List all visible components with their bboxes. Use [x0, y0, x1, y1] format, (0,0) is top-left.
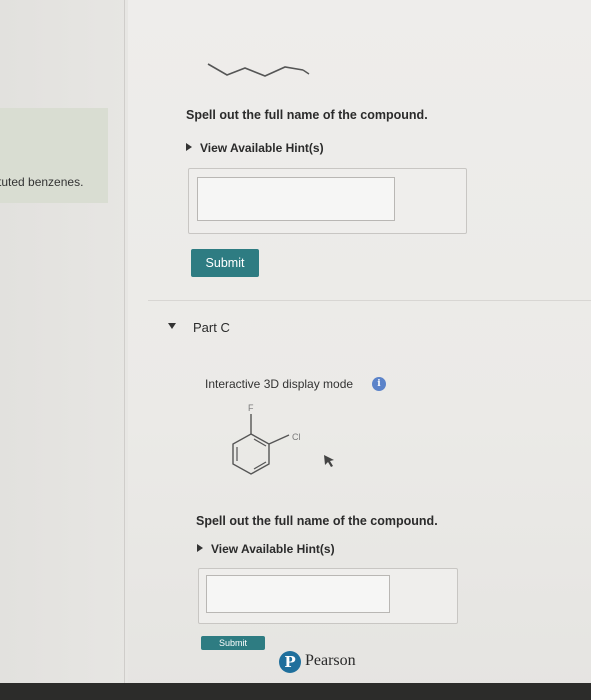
info-icon[interactable]: i	[372, 377, 386, 391]
atom-label-cl: Cl	[292, 432, 301, 442]
screen-bezel	[0, 683, 591, 700]
left-background	[0, 0, 130, 700]
mouse-cursor-icon	[324, 455, 334, 467]
part-b-answer-input[interactable]	[197, 177, 395, 221]
part-b-molecule-structure	[207, 63, 310, 77]
atom-label-f: F	[248, 403, 254, 413]
part-divider	[148, 300, 591, 301]
part-c-title[interactable]: Part C	[193, 320, 230, 335]
part-c-answer-input[interactable]	[206, 575, 390, 613]
part-c-question: Spell out the full name of the compound.	[196, 514, 438, 528]
caret-right-icon	[186, 143, 192, 151]
part-b-submit-button[interactable]: Submit	[191, 249, 259, 277]
part-b-hint-label: View Available Hint(s)	[200, 141, 324, 155]
left-panel-text: tuted benzenes.	[0, 175, 84, 189]
part-c-hint-toggle[interactable]: View Available Hint(s)	[197, 542, 335, 556]
caret-down-icon[interactable]	[168, 323, 176, 329]
interactive-display-label: Interactive 3D display mode	[205, 377, 354, 391]
part-c-hint-label: View Available Hint(s)	[211, 542, 335, 556]
part-b-hint-toggle[interactable]: View Available Hint(s)	[186, 141, 324, 155]
part-b-question: Spell out the full name of the compound.	[186, 108, 428, 122]
pearson-logo-icon: P	[279, 651, 301, 673]
part-c-submit-button[interactable]: Submit	[201, 636, 265, 650]
pearson-brand: Pearson	[305, 652, 356, 669]
part-c-molecule-structure: F Cl	[232, 403, 301, 475]
left-divider	[124, 0, 125, 700]
caret-right-icon	[197, 544, 203, 552]
